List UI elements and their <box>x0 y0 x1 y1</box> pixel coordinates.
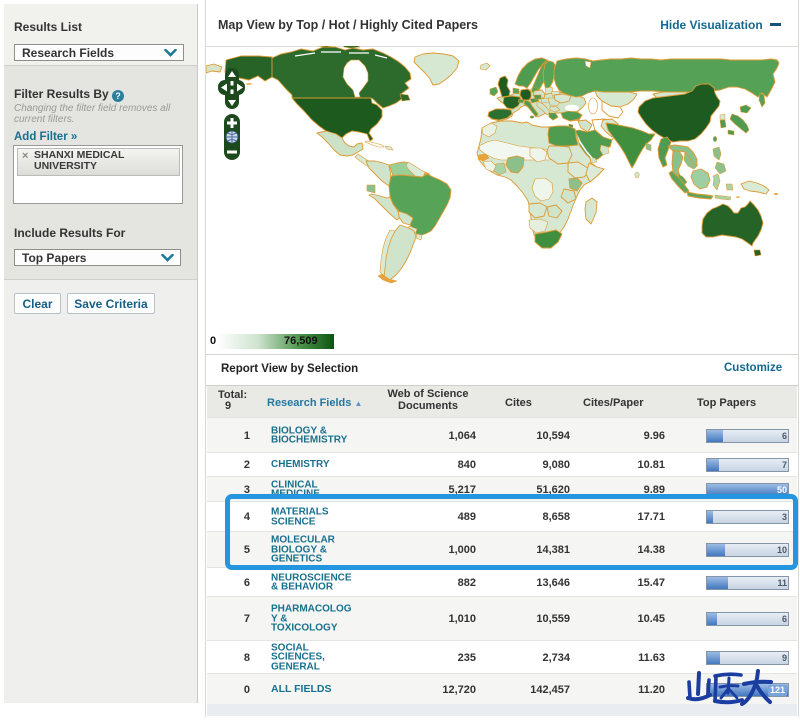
svg-text:76,509: 76,509 <box>284 335 318 347</box>
svg-text:0: 0 <box>210 335 216 347</box>
